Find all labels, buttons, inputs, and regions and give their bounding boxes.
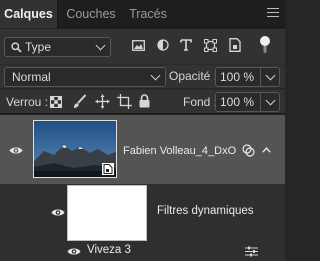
opacity-value: 100 % [220, 70, 255, 84]
filter-toggle-icon[interactable] [259, 36, 271, 54]
opacity-field[interactable]: 100 % [215, 67, 280, 87]
lock-position-icon[interactable] [95, 94, 110, 109]
smart-filter-mask-thumbnail[interactable] [67, 185, 147, 241]
type-layer-filter-icon[interactable] [180, 39, 192, 51]
layer-row-selected[interactable]: Fabien Volleau_4_DxO [0, 115, 285, 184]
layers-panel: Calques Couches Tracés Type Normal Opaci… [0, 0, 285, 261]
filter-name[interactable]: Viveza 3 [87, 244, 131, 256]
adjustment-layer-filter-icon[interactable] [157, 39, 169, 51]
search-icon [11, 42, 22, 53]
lock-options-bar: Verrou : Fond : 100 % [0, 89, 285, 114]
blend-mode-value: Normal [12, 70, 51, 84]
smart-filters-indicator-icon[interactable] [242, 144, 255, 157]
chevron-down-icon [265, 95, 276, 106]
filter-blending-options-icon[interactable] [245, 246, 258, 257]
layer-thumbnail [33, 120, 117, 178]
blend-options-bar: Normal Opacité : 100 % [0, 64, 285, 88]
tab-traces[interactable]: Tracés [124, 0, 172, 28]
lock-all-icon[interactable] [139, 94, 150, 108]
fill-value: 100 % [220, 95, 255, 109]
panel-tab-bar: Calques Couches Tracés [0, 0, 285, 28]
panel-menu-icon[interactable] [267, 8, 279, 20]
opacity-label: Opacité : [169, 69, 218, 83]
chevron-down-icon [265, 70, 276, 81]
chevron-down-icon [150, 70, 161, 81]
filter-kind-select[interactable]: Type [4, 37, 111, 57]
lock-transparent-pixels-icon[interactable] [50, 96, 62, 108]
visibility-eye-icon[interactable] [9, 146, 23, 155]
visibility-eye-icon[interactable] [51, 208, 65, 217]
pixel-layer-filter-icon[interactable] [132, 40, 145, 51]
layer-name[interactable]: Fabien Volleau_4_DxO [123, 145, 236, 157]
tab-calques[interactable]: Calques [0, 0, 58, 28]
lock-image-pixels-icon[interactable] [73, 94, 87, 109]
blend-mode-select[interactable]: Normal [4, 67, 166, 87]
lock-label: Verrou : [6, 95, 49, 109]
lock-artboard-icon[interactable] [117, 94, 132, 109]
smart-filters-label[interactable]: Filtres dynamiques [157, 205, 254, 217]
smart-object-badge-icon [102, 163, 114, 175]
layers-list: Fabien Volleau_4_DxO Filtres dynamiques … [0, 115, 285, 261]
chevron-down-icon [95, 40, 106, 51]
filter-kind-label: Type [25, 40, 52, 54]
smart-object-filter-icon[interactable] [229, 38, 241, 52]
fill-label: Fond : [183, 95, 218, 109]
tab-couches[interactable]: Couches [60, 0, 122, 28]
shape-layer-filter-icon[interactable] [204, 39, 217, 52]
fill-field[interactable]: 100 % [215, 92, 280, 112]
collapse-chevron-icon[interactable] [262, 147, 271, 153]
visibility-eye-icon[interactable] [67, 247, 81, 256]
